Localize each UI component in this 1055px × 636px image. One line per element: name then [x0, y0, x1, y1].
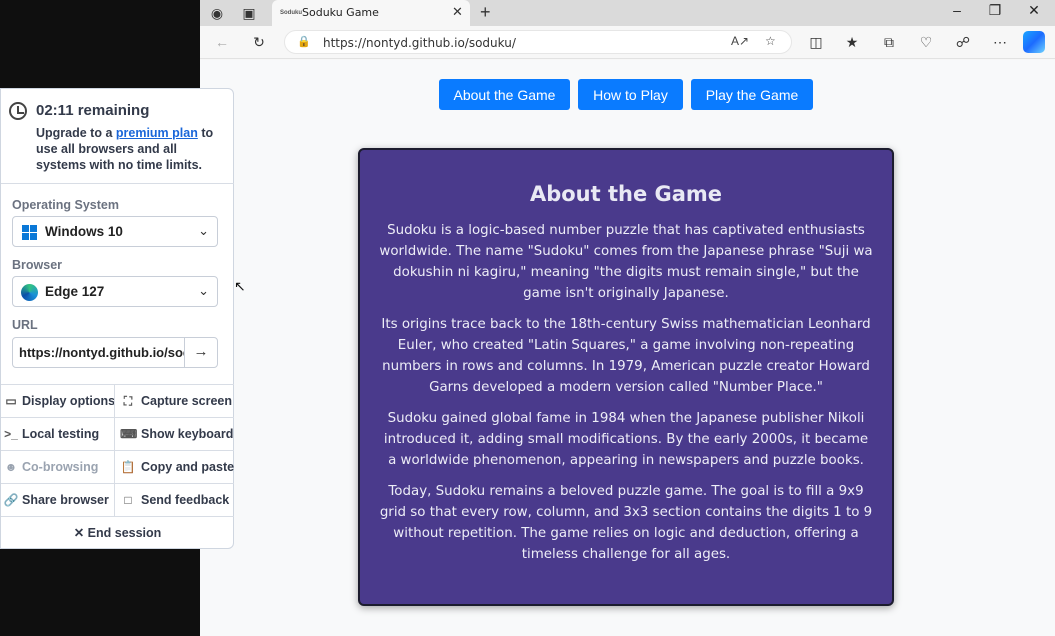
feedback-icon: □ — [124, 493, 132, 507]
action-label: Co-browsing — [22, 460, 99, 474]
close-icon: ✕ — [73, 526, 85, 540]
browser-window: ◉ ▣ Soduku Soduku Game ✕ + – ❐ ✕ ← ↻ 🔒 h… — [200, 0, 1055, 636]
action-label: Display options — [22, 394, 116, 408]
users-icon: ☻ — [4, 460, 18, 474]
divider — [1, 183, 234, 184]
nav-play-button[interactable]: Play the Game — [691, 79, 813, 110]
arrow-right-icon[interactable]: → — [184, 338, 217, 367]
browser-select[interactable]: Edge 127 ⌄ — [12, 276, 218, 307]
chevron-down-icon: ⌄ — [198, 223, 209, 238]
tab-favicon-icon: Soduku — [280, 10, 302, 16]
nav-about-button[interactable]: About the Game — [439, 79, 570, 110]
close-window-icon[interactable]: ✕ — [1024, 2, 1044, 19]
premium-plan-link[interactable]: premium plan — [116, 126, 198, 140]
upgrade-prefix: Upgrade to a — [36, 126, 116, 140]
address-url[interactable]: https://nontyd.github.io/soduku/ — [323, 36, 516, 50]
web-page: About the Game How to Play Play the Game… — [200, 60, 1055, 636]
minimize-icon[interactable]: – — [947, 2, 967, 18]
chevron-down-icon: ⌄ — [198, 283, 209, 298]
monitor-icon: ▭ — [5, 394, 17, 408]
url-label: URL — [12, 318, 38, 332]
extensions-icon[interactable]: ☍ — [953, 33, 973, 51]
clock-icon — [9, 102, 27, 120]
time-remaining: 02:11 remaining — [36, 102, 150, 119]
end-session-button[interactable]: ✕ End session — [1, 516, 234, 549]
new-tab-icon[interactable]: + — [480, 2, 491, 23]
read-aloud-icon[interactable]: A↗ — [731, 34, 749, 48]
tab-actions-icon[interactable]: ▣ — [238, 3, 260, 23]
capture-screen-button[interactable]: ⛶ Capture screen — [114, 384, 234, 417]
profile-icon[interactable]: ◉ — [206, 3, 228, 23]
action-label: Share browser — [22, 493, 109, 507]
screen: ◉ ▣ Soduku Soduku Game ✕ + – ❐ ✕ ← ↻ 🔒 h… — [0, 0, 1055, 636]
clipboard-icon: 📋 — [120, 460, 136, 474]
keyboard-icon: ⌨ — [120, 427, 138, 441]
back-icon[interactable]: ← — [212, 33, 232, 51]
copy-and-paste-button[interactable]: 📋 Copy and paste — [114, 450, 234, 483]
link-icon: 🔗 — [3, 493, 19, 507]
browser-toolbar: ← ↻ 🔒 https://nontyd.github.io/soduku/ A… — [200, 26, 1055, 59]
refresh-icon[interactable]: ↻ — [249, 33, 269, 51]
windows-icon — [22, 225, 38, 241]
tab-title: Soduku Game — [302, 6, 379, 19]
collections-icon[interactable]: ⧉ — [879, 33, 899, 51]
tab-bar: ◉ ▣ Soduku Soduku Game ✕ + – ❐ ✕ — [200, 0, 1055, 26]
nav-how-to-play-button[interactable]: How to Play — [578, 79, 683, 110]
browser-value: Edge 127 — [45, 284, 105, 299]
terminal-icon: >_ — [4, 427, 18, 441]
share-browser-button[interactable]: 🔗 Share browser — [1, 483, 117, 516]
about-title: About the Game — [529, 182, 723, 206]
browser-tab[interactable]: Soduku Soduku Game ✕ — [272, 0, 470, 26]
favorite-star-icon[interactable]: ☆ — [765, 34, 776, 48]
os-label: Operating System — [12, 198, 119, 212]
mouse-cursor-icon: ↖ — [234, 278, 246, 294]
edge-icon — [21, 284, 38, 301]
upgrade-notice: Upgrade to a premium plan to use all bro… — [36, 125, 226, 173]
about-paragraph-4: Today, Sudoku remains a beloved puzzle g… — [379, 484, 873, 562]
tab-close-icon[interactable]: ✕ — [452, 4, 463, 20]
about-card: About the Game Sudoku is a logic-based n… — [358, 148, 894, 606]
end-session-label: End session — [87, 526, 162, 540]
capture-icon: ⛶ — [123, 394, 133, 408]
browser-label: Browser — [12, 258, 63, 272]
action-label: Capture screen — [141, 394, 233, 408]
co-browsing-button[interactable]: ☻ Co-browsing — [1, 450, 117, 483]
local-testing-button[interactable]: >_ Local testing — [1, 417, 117, 450]
url-field: → — [12, 337, 218, 368]
split-screen-icon[interactable]: ◫ — [806, 33, 826, 51]
copilot-icon[interactable] — [1023, 31, 1045, 53]
url-input[interactable] — [13, 338, 185, 367]
favorites-icon[interactable]: ★ — [842, 33, 862, 51]
about-paragraph-1: Sudoku is a logic-based number puzzle th… — [379, 223, 873, 301]
os-value: Windows 10 — [45, 224, 123, 239]
about-paragraph-2: Its origins trace back to the 18th-centu… — [381, 317, 871, 395]
action-label: Send feedback — [141, 493, 230, 507]
show-keyboard-button[interactable]: ⌨ Show keyboard — [114, 417, 234, 450]
os-select[interactable]: Windows 10 ⌄ — [12, 216, 218, 247]
send-feedback-button[interactable]: □ Send feedback — [114, 483, 234, 516]
action-label: Local testing — [22, 427, 100, 441]
restore-icon[interactable]: ❐ — [985, 2, 1005, 19]
browser-essentials-icon[interactable]: ♡ — [916, 33, 936, 51]
display-options-button[interactable]: ▭ Display options — [1, 384, 117, 417]
session-panel: 02:11 remaining Upgrade to a premium pla… — [0, 88, 234, 549]
lock-icon[interactable]: 🔒 — [297, 35, 311, 48]
action-label: Show keyboard — [141, 427, 234, 441]
more-options-icon[interactable]: ⋯ — [990, 33, 1010, 51]
about-paragraph-3: Sudoku gained global fame in 1984 when t… — [383, 411, 869, 468]
address-bar[interactable]: 🔒 https://nontyd.github.io/soduku/ A↗ ☆ — [284, 30, 792, 54]
action-label: Copy and paste — [141, 460, 234, 474]
